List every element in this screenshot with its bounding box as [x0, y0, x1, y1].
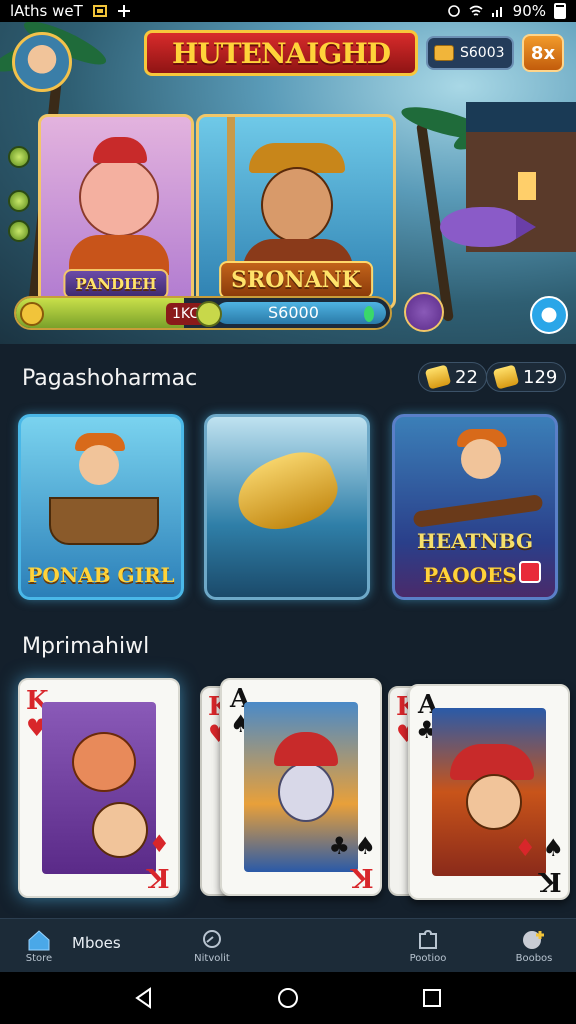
home-icon [28, 929, 50, 950]
battery-icon [554, 3, 566, 19]
coin-icon [20, 302, 44, 326]
photo-icon [92, 5, 107, 17]
nav-inline-label: Mboes [72, 934, 121, 952]
home-circle-icon[interactable] [276, 986, 300, 1010]
card-rank: K [539, 866, 562, 896]
playing-card[interactable]: K ♥ ♦ K [18, 678, 180, 898]
coin-balance-value: S6003 [460, 45, 505, 61]
side-coin-icon[interactable] [8, 190, 30, 212]
game-tile-heatnbg[interactable]: HEATNBG PAOOES [392, 414, 558, 600]
wifi-icon [469, 5, 483, 16]
coin-icon [196, 301, 222, 327]
hero-card-pandieh[interactable]: PANDIEH [38, 114, 194, 310]
golden-fish-illustration [228, 442, 346, 542]
diamond-icon: ♦ [148, 830, 170, 858]
puzzle-button[interactable] [530, 296, 568, 334]
coin-icon [434, 45, 454, 61]
playing-card[interactable]: A ♠ ♣ ♠ K [220, 678, 382, 896]
tile-label-top: HEATNBG [416, 529, 534, 553]
battery-percent: 90% [512, 2, 546, 20]
nav-label: Pootioo [409, 952, 447, 964]
game-tile-ponab-girl[interactable]: PONAB GIRL [18, 414, 184, 600]
hero-card-sronank[interactable]: SRONANK [196, 114, 396, 310]
tile-label: PONAB GIRL [27, 563, 175, 587]
badge-icon [519, 561, 541, 583]
spade-icon: ♠ [542, 834, 564, 862]
club-icon: ♣ [328, 832, 350, 860]
side-coin-icon[interactable] [8, 220, 30, 242]
spade-icon: ♠ [354, 832, 376, 860]
progress-amount: S6000 [268, 303, 319, 322]
section-title: Pagashoharmac [22, 366, 198, 391]
status-text: lAths weT [10, 2, 83, 20]
gold-icon [492, 364, 520, 390]
plus-icon [117, 5, 130, 17]
fish-illustration [440, 207, 536, 247]
card-rank: K [147, 862, 170, 892]
card-rank: K [351, 862, 374, 892]
nav-item-pootioo[interactable]: Pootioo [402, 919, 454, 973]
nav-label: Nitvolit [194, 952, 230, 964]
stat-pill-a: 22 [418, 362, 487, 392]
nav-item-boobos[interactable]: Boobos [508, 919, 560, 973]
hero-card-label: PANDIEH [63, 269, 169, 299]
side-coin-icon[interactable] [8, 146, 30, 168]
coin-bonus-button[interactable] [404, 292, 444, 332]
search-icon [203, 929, 221, 948]
status-bar: lAths weT 90% [0, 0, 576, 22]
puzzle-icon [419, 929, 437, 949]
log-illustration [412, 494, 544, 528]
close-button[interactable]: 8x [522, 34, 564, 72]
progress-bar: 1KC S6000 [14, 296, 392, 330]
nav-label: Store [25, 952, 53, 964]
alarm-icon [447, 5, 460, 17]
diamond-icon: ♦ [514, 834, 536, 862]
nav-label: Boobos [515, 952, 553, 964]
profile-icon [523, 930, 544, 949]
system-nav-bar [0, 972, 576, 1024]
game-logo: HUTENAIGHD [144, 30, 418, 76]
boat-illustration [49, 497, 159, 545]
stat-pill-b: 129 [486, 362, 567, 392]
stat-value: 129 [523, 366, 558, 388]
gem-icon [364, 306, 374, 322]
section-title: Mprimahiwl [22, 634, 150, 659]
nav-item-nitvolit[interactable]: Nitvolit [186, 919, 238, 973]
hero-card-label: SRONANK [219, 261, 373, 299]
avatar[interactable] [12, 32, 72, 92]
signal-icon [491, 7, 502, 17]
coin-balance[interactable]: S6003 [426, 36, 514, 70]
recents-icon[interactable] [420, 986, 444, 1010]
playing-card[interactable]: A ♣ ♦ ♠ K [408, 684, 570, 900]
nav-item-store[interactable]: Store [14, 919, 64, 973]
gold-icon [424, 364, 452, 390]
stat-value: 22 [455, 366, 478, 388]
back-icon[interactable] [132, 986, 156, 1010]
game-tile-fishing[interactable] [204, 414, 370, 600]
